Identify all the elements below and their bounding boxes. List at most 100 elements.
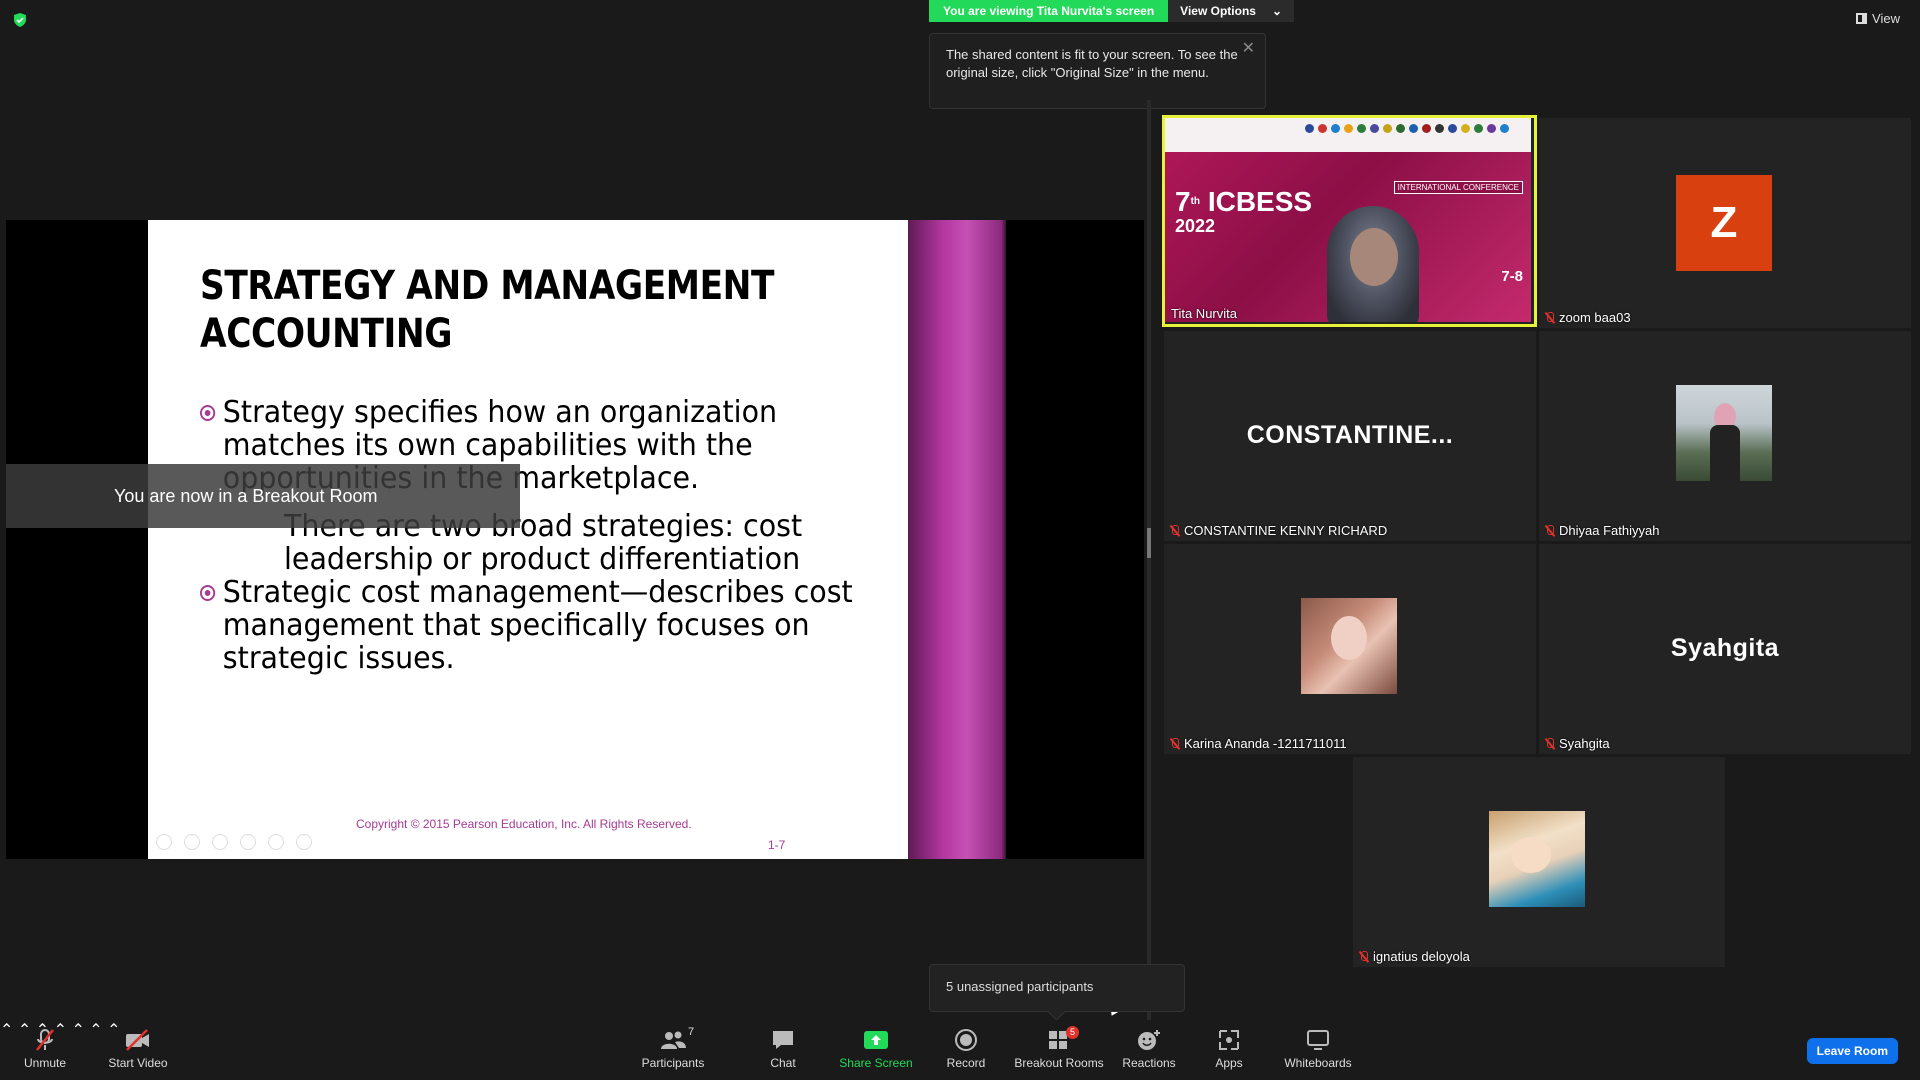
slides-icon[interactable] (240, 834, 256, 850)
slide-copyright: Copyright © 2015 Pearson Education, Inc.… (356, 817, 692, 831)
muted-mic-icon (1170, 524, 1180, 537)
zoom-meeting-window: View You are viewing Tita Nurvita's scre… (0, 0, 1920, 1080)
participant-name: Dhiyaa Fathiyyah (1545, 523, 1659, 538)
avatar-face (1331, 616, 1367, 660)
slide-decoration (908, 220, 1006, 859)
avatar (1489, 811, 1585, 907)
participant-name: Tita Nurvita (1171, 306, 1237, 321)
viewing-banner-text: You are viewing Tita Nurvita's screen (943, 4, 1155, 18)
meeting-toolbar: Unmute ⌃ Start Video ⌃ 7 Participants Ch… (0, 1020, 1920, 1080)
participant-name-text: ignatius deloyola (1373, 949, 1470, 964)
muted-mic-icon (1545, 737, 1555, 750)
slide-title: STRATEGY AND MANAGEMENT ACCOUNTING (200, 263, 775, 357)
view-options-label: View Options (1180, 4, 1256, 18)
shared-screen: STRATEGY AND MANAGEMENT ACCOUNTING Strat… (6, 220, 1144, 1016)
speaker-video: 7th ICBESS 2022 INTERNATIONAL CONFERENCE… (1165, 118, 1531, 322)
slide-page-number: 1-7 (768, 838, 786, 852)
conference-number-value: 7 (1175, 186, 1191, 217)
breakout-rooms-icon: 5 (1014, 1026, 1104, 1052)
tooltip-text: The shared content is fit to your screen… (946, 47, 1238, 80)
back-icon[interactable] (156, 834, 172, 850)
participant-display-name: Syahgita (1670, 634, 1780, 662)
avatar-body (1710, 425, 1740, 481)
drag-handle[interactable] (1147, 528, 1151, 558)
conference-year: 2022 (1175, 216, 1216, 236)
share-screen-button[interactable]: Share Screen (831, 1028, 921, 1070)
unmute-label: Unmute (23, 1056, 67, 1070)
participants-button[interactable]: 7 Participants (628, 1026, 718, 1070)
zoom-icon[interactable] (268, 834, 284, 850)
conference-ordinal: th (1190, 196, 1201, 207)
participant-name-text: zoom baa03 (1559, 310, 1631, 325)
conference-date: 7-8 (1501, 268, 1523, 285)
reactions-label: Reactions (1122, 1056, 1176, 1070)
whiteboards-button[interactable]: Whiteboards (1273, 1028, 1363, 1070)
participants-icon: 7 (628, 1026, 718, 1052)
participant-tile[interactable]: Karina Ananda -1211711011 (1164, 544, 1536, 754)
chat-button[interactable]: Chat (738, 1028, 828, 1070)
participant-name-text: Karina Ananda -1211711011 (1184, 736, 1347, 751)
view-button-label: View (1872, 11, 1900, 26)
share-screen-icon (831, 1028, 921, 1052)
screen-share-banner: You are viewing Tita Nurvita's screen Vi… (929, 0, 1295, 22)
fit-to-screen-tooltip: The shared content is fit to your screen… (929, 33, 1266, 109)
start-video-label: Start Video (108, 1056, 168, 1070)
reactions-button[interactable]: Reactions (1104, 1028, 1194, 1070)
bullet-icon (200, 585, 216, 601)
close-icon[interactable]: ✕ (1242, 40, 1255, 58)
slide-controls (156, 834, 312, 850)
unmute-button[interactable]: Unmute (0, 1028, 90, 1070)
presentation-slide: STRATEGY AND MANAGEMENT ACCOUNTING Strat… (148, 220, 908, 859)
participants-label: Participants (641, 1056, 705, 1070)
participant-tile[interactable]: ignatius deloyola (1353, 757, 1725, 967)
pen-icon[interactable] (212, 834, 228, 850)
participant-tile[interactable]: Dhiyaa Fathiyyah (1539, 331, 1911, 541)
video-off-icon (93, 1028, 183, 1052)
participants-count: 7 (688, 1026, 695, 1038)
participant-tile-active[interactable]: 7th ICBESS 2022 INTERNATIONAL CONFERENCE… (1162, 115, 1537, 327)
record-button[interactable]: Record (921, 1028, 1011, 1070)
chat-label: Chat (770, 1056, 796, 1070)
view-button[interactable]: View (1856, 11, 1900, 26)
participant-name: zoom baa03 (1545, 310, 1631, 325)
participant-name-text: Dhiyaa Fathiyyah (1559, 523, 1660, 538)
viewing-banner: You are viewing Tita Nurvita's screen (929, 0, 1169, 22)
muted-mic-icon (1170, 737, 1180, 750)
participant-name-text: Tita Nurvita (1171, 306, 1237, 321)
play-icon[interactable] (184, 834, 200, 850)
start-video-button[interactable]: Start Video (93, 1028, 183, 1070)
participant-name-text: CONSTANTINE KENNY RICHARD (1184, 523, 1388, 538)
participant-name: ignatius deloyola (1359, 949, 1470, 964)
bullet-2-text: Strategic cost management—describes cost… (222, 575, 853, 676)
avatar: Z (1676, 175, 1772, 271)
breakout-rooms-button[interactable]: 5 Breakout Rooms (1014, 1026, 1104, 1070)
conference-name: ICBESS (1207, 186, 1313, 217)
split-divider[interactable] (1147, 100, 1151, 1020)
unassigned-participants-popup[interactable]: 5 unassigned participants (929, 964, 1185, 1012)
leave-room-button[interactable]: Leave Room (1806, 1038, 1898, 1064)
breakout-rooms-label: Breakout Rooms (1014, 1056, 1104, 1070)
record-icon (921, 1028, 1011, 1052)
grid-view-icon (1856, 13, 1868, 24)
muted-mic-icon (1359, 950, 1369, 963)
apps-button[interactable]: Apps (1184, 1028, 1274, 1070)
breakout-rooms-badge: 5 (1066, 1026, 1080, 1039)
avatar (1676, 385, 1772, 481)
view-options-button[interactable]: View Options ⌄ (1168, 0, 1295, 22)
participant-name-text: Syahgita (1559, 736, 1610, 751)
more-icon[interactable] (296, 834, 312, 850)
security-shield-icon[interactable] (12, 12, 28, 28)
conference-number: 7th ICBESS (1175, 188, 1312, 216)
avatar (1301, 598, 1397, 694)
muted-mic-icon (1545, 524, 1555, 537)
participant-name: Karina Ananda -1211711011 (1170, 736, 1347, 751)
apps-label: Apps (1215, 1056, 1243, 1070)
participant-tile[interactable]: Z zoom baa03 (1539, 118, 1911, 328)
muted-mic-icon (1545, 311, 1555, 324)
participant-tile[interactable]: CONSTANTINE... CONSTANTINE KENNY RICHARD (1164, 331, 1536, 541)
participant-tile[interactable]: Syahgita Syahgita (1539, 544, 1911, 754)
whiteboard-icon (1273, 1028, 1363, 1052)
whiteboards-label: Whiteboards (1284, 1056, 1352, 1070)
chevron-down-icon: ⌄ (1271, 4, 1283, 18)
sponsor-logos (1165, 118, 1531, 152)
